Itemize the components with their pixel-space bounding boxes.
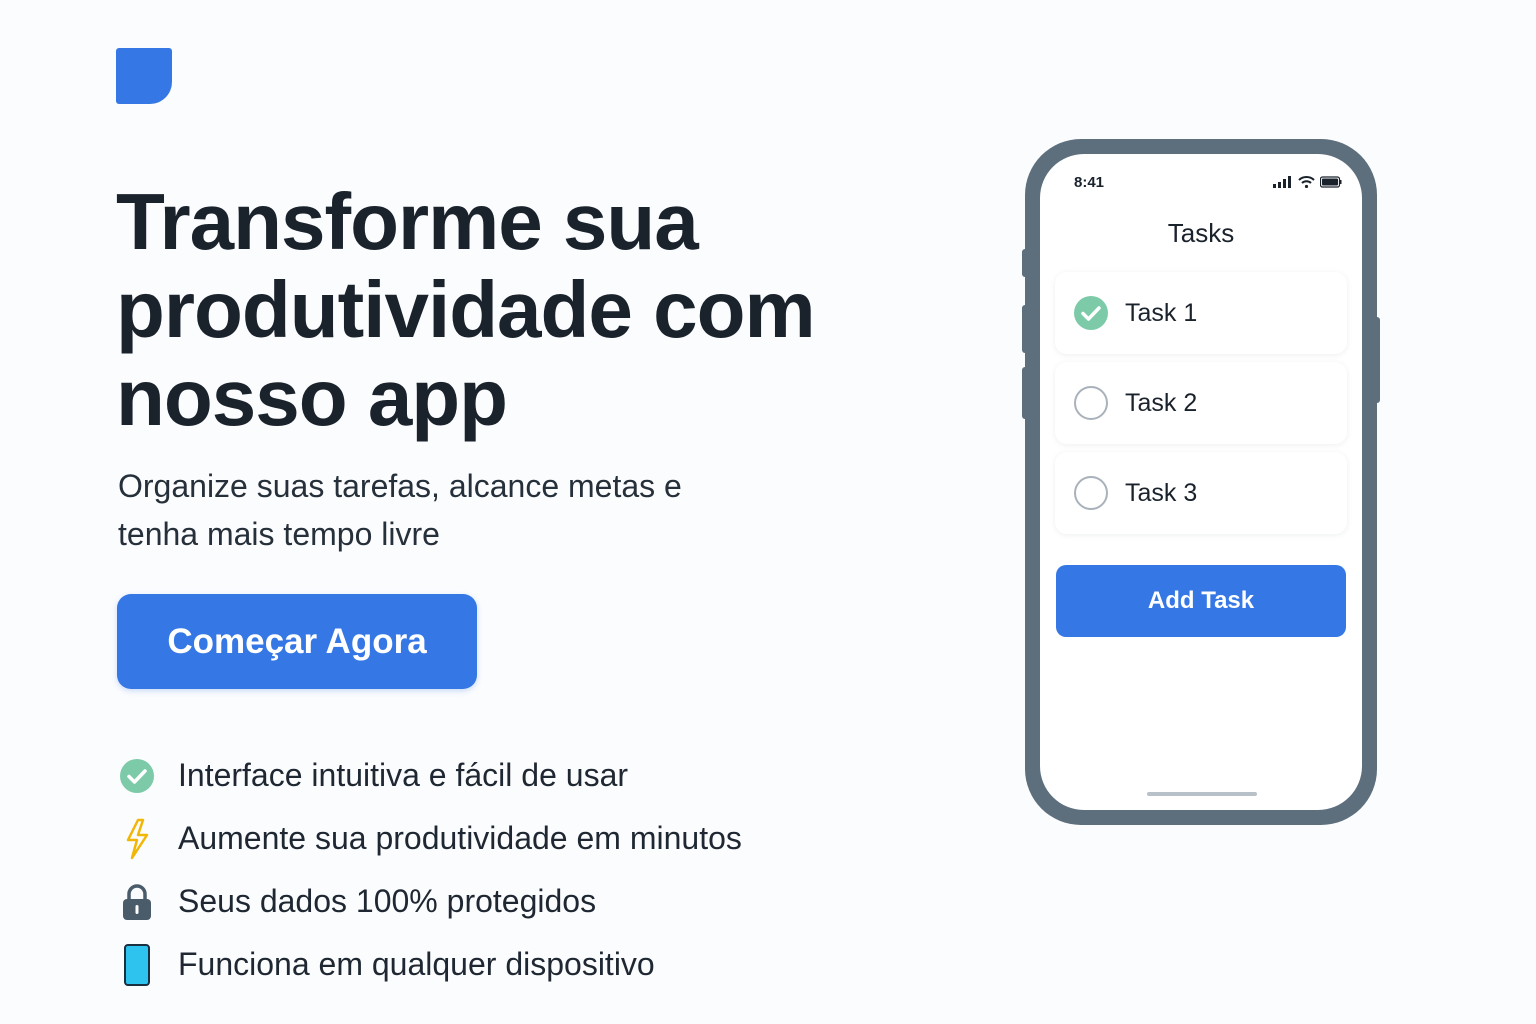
feature-item: Seus dados 100% protegidos [118,870,742,933]
hero-title: Transforme sua produtividade com nosso a… [116,177,816,442]
phone-side-button [1022,305,1028,353]
phone-side-button [1374,317,1380,403]
feature-text: Interface intuitiva e fácil de usar [178,757,629,793]
feature-item: Funciona em qualquer dispositivo [118,933,742,996]
task-item[interactable]: Task 2 [1055,362,1347,444]
phone-screen: 8:41 Tasks Task 1 Task 2 Task 3 Add Task [1040,154,1362,810]
feature-text: Aumente sua produtividade em minutos [178,820,742,856]
task-label: Task 2 [1125,388,1198,417]
empty-circle-icon[interactable] [1073,385,1109,421]
status-time: 8:41 [1074,174,1105,191]
app-logo-icon [116,48,172,104]
signal-icon [1273,176,1291,188]
status-bar-icons [1273,176,1342,188]
screen-title: Tasks [1167,218,1235,248]
battery-icon [1320,176,1342,188]
empty-circle-icon[interactable] [1073,475,1109,511]
task-item[interactable]: Task 3 [1055,452,1347,534]
start-now-button[interactable]: Começar Agora [117,594,477,689]
hero-subtitle: Organize suas tarefas, alcance metas e t… [118,468,682,552]
task-label: Task 3 [1125,478,1198,507]
feature-list: Interface intuitiva e fácil de usar Aume… [118,744,742,996]
feature-item: Interface intuitiva e fácil de usar [118,744,742,807]
feature-text: Funciona em qualquer dispositivo [178,946,655,982]
feature-text: Seus dados 100% protegidos [178,883,597,919]
smartphone-icon [118,943,156,987]
add-task-button[interactable]: Add Task [1056,565,1346,637]
phone-mockup: 8:41 Tasks Task 1 Task 2 Task 3 Add Task [1022,139,1380,825]
task-label: Task 1 [1125,298,1198,327]
feature-item: Aumente sua produtividade em minutos [118,807,742,870]
checked-circle-icon[interactable] [1073,295,1109,331]
wifi-icon [1298,176,1315,188]
task-item[interactable]: Task 1 [1055,272,1347,354]
phone-side-button [1022,367,1028,419]
home-indicator [1147,792,1257,796]
check-circle-icon [118,754,156,798]
phone-side-button [1022,249,1028,277]
lightning-icon [118,817,156,861]
lock-icon [118,880,156,924]
